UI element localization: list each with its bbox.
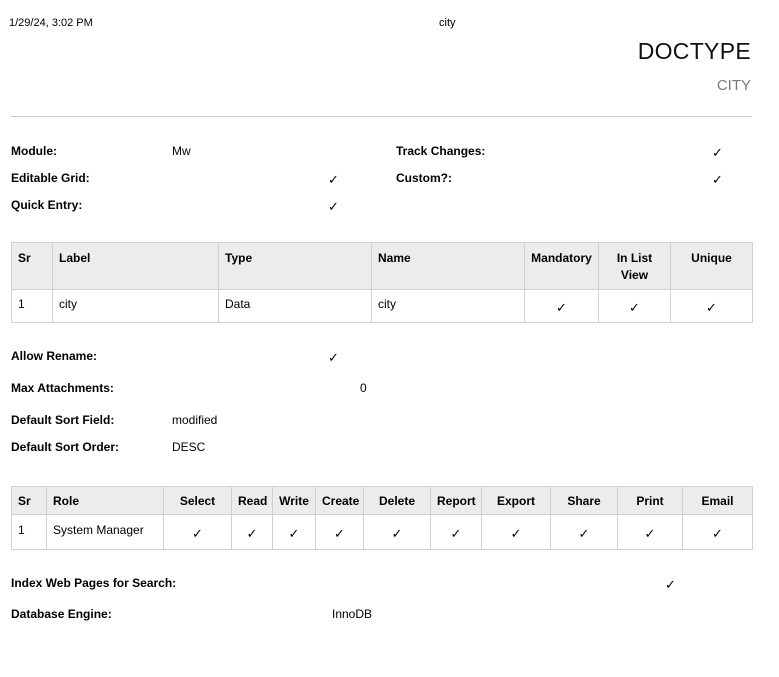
custom-check-icon: ✓ — [712, 172, 723, 187]
fields-header-name: Name — [371, 242, 525, 290]
allow-rename-check-icon: ✓ — [328, 350, 339, 365]
quick-entry-label: Quick Entry: — [11, 198, 83, 212]
perm-print-cell: ✓ — [617, 514, 683, 550]
print-page-title: city — [439, 17, 456, 29]
in-list-view-check-icon: ✓ — [629, 300, 640, 315]
select-check-icon: ✓ — [192, 526, 203, 541]
perm-export-cell: ✓ — [481, 514, 551, 550]
field-unique-cell: ✓ — [670, 289, 753, 323]
perm-header-share: Share — [550, 486, 618, 515]
perm-write-cell: ✓ — [272, 514, 316, 550]
perm-header-email: Email — [682, 486, 753, 515]
print-timestamp: 1/29/24, 3:02 PM — [9, 17, 93, 29]
allow-rename-label: Allow Rename: — [11, 349, 98, 363]
unique-check-icon: ✓ — [706, 300, 717, 315]
perm-header-delete: Delete — [363, 486, 431, 515]
editable-grid-label: Editable Grid: — [11, 171, 90, 185]
editable-grid-check-icon: ✓ — [328, 172, 339, 187]
document-heading: DOCTYPE — [637, 38, 751, 64]
write-check-icon: ✓ — [288, 526, 300, 541]
perm-create-cell: ✓ — [315, 514, 364, 550]
perm-sr-cell: 1 — [11, 514, 47, 550]
perm-header-select: Select — [163, 486, 232, 515]
default-sort-field-label: Default Sort Field: — [11, 413, 115, 427]
default-sort-order-value: DESC — [172, 440, 206, 454]
field-mandatory-cell: ✓ — [524, 289, 599, 323]
index-web-pages-label: Index Web Pages for Search: — [11, 576, 177, 590]
module-value: Mw — [172, 144, 191, 158]
perm-share-cell: ✓ — [550, 514, 618, 550]
database-engine-value: InnoDB — [332, 607, 373, 621]
header-divider — [11, 116, 752, 117]
report-check-icon: ✓ — [450, 526, 462, 541]
field-in-list-view-cell: ✓ — [598, 289, 671, 323]
document-subtitle: CITY — [716, 77, 751, 94]
module-label: Module: — [11, 144, 57, 158]
default-sort-order-label: Default Sort Order: — [11, 440, 120, 454]
field-name-cell: city — [371, 289, 525, 323]
quick-entry-check-icon: ✓ — [328, 199, 339, 214]
perm-delete-cell: ✓ — [363, 514, 431, 550]
email-check-icon: ✓ — [712, 526, 723, 541]
max-attachments-value: 0 — [360, 381, 367, 395]
read-check-icon: ✓ — [246, 526, 258, 541]
database-engine-label: Database Engine: — [11, 607, 112, 621]
export-check-icon: ✓ — [510, 526, 522, 541]
mandatory-check-icon: ✓ — [556, 300, 567, 315]
fields-header-sr: Sr — [11, 242, 53, 290]
create-check-icon: ✓ — [334, 526, 345, 541]
perm-select-cell: ✓ — [163, 514, 232, 550]
permissions-table-header-row: Sr Role Select Read Write Create Delete … — [11, 486, 753, 515]
perm-header-sr: Sr — [11, 486, 47, 515]
field-type-cell: Data — [218, 289, 372, 323]
perm-role-cell: System Manager — [46, 514, 164, 550]
perm-header-write: Write — [272, 486, 316, 515]
track-changes-check-icon: ✓ — [712, 145, 723, 160]
permissions-table: Sr Role Select Read Write Create Delete … — [11, 486, 753, 550]
perm-header-read: Read — [231, 486, 273, 515]
fields-table-header-row: Sr Label Type Name Mandatory In List Vie… — [11, 242, 753, 290]
fields-header-mandatory: Mandatory — [524, 242, 599, 290]
index-web-pages-check-icon: ✓ — [665, 577, 676, 592]
fields-header-in-list-view: In List View — [598, 242, 671, 290]
perm-read-cell: ✓ — [231, 514, 273, 550]
custom-label: Custom?: — [396, 171, 452, 185]
print-check-icon: ✓ — [644, 526, 656, 541]
share-check-icon: ✓ — [578, 526, 590, 541]
perm-header-report: Report — [430, 486, 482, 515]
perm-email-cell: ✓ — [682, 514, 753, 550]
delete-check-icon: ✓ — [391, 526, 403, 541]
perm-report-cell: ✓ — [430, 514, 482, 550]
fields-header-label: Label — [52, 242, 219, 290]
track-changes-label: Track Changes: — [396, 144, 486, 158]
perm-header-export: Export — [481, 486, 551, 515]
table-row: 1 city Data city ✓ ✓ ✓ — [11, 289, 753, 323]
perm-header-role: Role — [46, 486, 164, 515]
field-label-cell: city — [52, 289, 219, 323]
fields-header-unique: Unique — [670, 242, 753, 290]
perm-header-print: Print — [617, 486, 683, 515]
fields-header-type: Type — [218, 242, 372, 290]
table-row: 1 System Manager ✓ ✓ ✓ ✓ ✓ ✓ ✓ ✓ ✓ ✓ — [11, 514, 753, 550]
max-attachments-label: Max Attachments: — [11, 381, 114, 395]
fields-table: Sr Label Type Name Mandatory In List Vie… — [11, 242, 753, 323]
field-sr-cell: 1 — [11, 289, 53, 323]
default-sort-field-value: modified — [172, 413, 218, 427]
perm-header-create: Create — [315, 486, 364, 515]
